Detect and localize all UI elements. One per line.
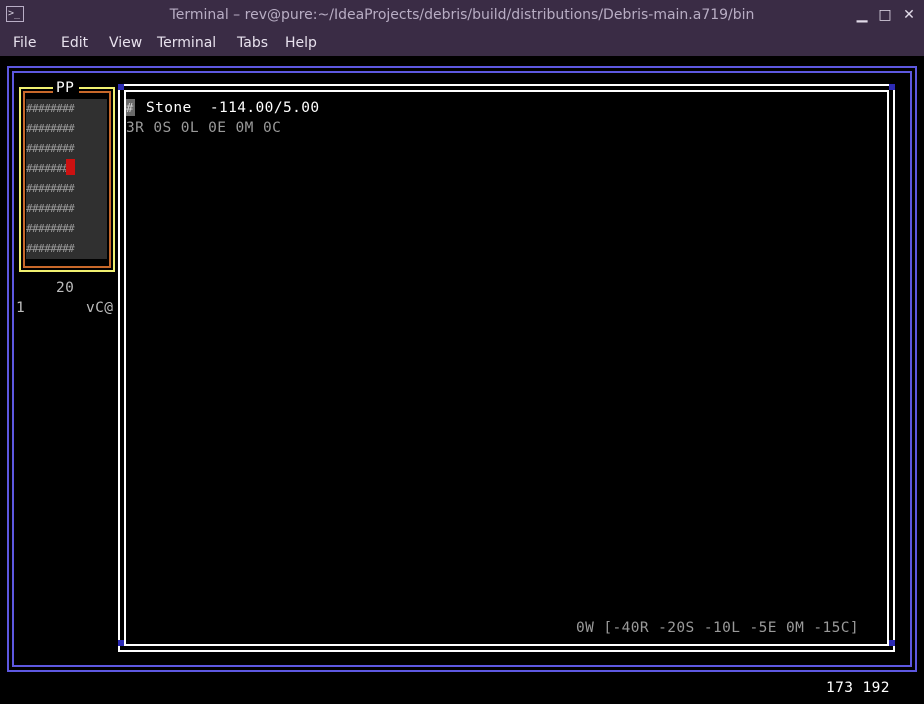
- map-title: PP: [56, 80, 75, 96]
- terminal-area[interactable]: PP ######## ######## ######## ######## #…: [0, 56, 924, 704]
- depth-value: 20: [56, 280, 75, 296]
- menu-view[interactable]: View: [109, 31, 142, 56]
- item-line[interactable]: Stone -114.00/5.00: [146, 98, 319, 118]
- maximize-button[interactable]: □: [876, 6, 894, 24]
- menu-terminal[interactable]: Terminal: [157, 31, 216, 56]
- close-button[interactable]: ✕: [900, 6, 918, 24]
- player-marker: [66, 159, 75, 175]
- title-bar: >_ Terminal – rev@pure:~/IdeaProjects/de…: [0, 0, 924, 31]
- minimize-button[interactable]: ▁: [853, 6, 871, 24]
- map-row: ########: [26, 242, 75, 255]
- map-row: ########: [26, 142, 75, 155]
- frame-corner: [889, 84, 895, 90]
- frame-corner: [118, 640, 124, 646]
- status-symbols: vC@: [86, 300, 114, 316]
- main-panel-frame-inner: [124, 90, 889, 646]
- frame-corner: [889, 640, 895, 646]
- window-title: Terminal – rev@pure:~/IdeaProjects/debri…: [169, 7, 755, 23]
- menu-tabs[interactable]: Tabs: [237, 31, 268, 56]
- resources-line: 3R 0S 0L 0E 0M 0C: [126, 120, 282, 136]
- menu-file[interactable]: File: [13, 31, 36, 56]
- map-row: ########: [26, 222, 75, 235]
- map-row: ########: [26, 122, 75, 135]
- menu-help[interactable]: Help: [285, 31, 317, 56]
- map-row: ########: [26, 102, 75, 115]
- menu-bar: File Edit View Terminal Tabs Help: [0, 31, 924, 56]
- cursor-glyph: #: [126, 101, 134, 115]
- coordinates: 173 192: [826, 680, 890, 696]
- status-bar: [0, 672, 924, 704]
- cost-line: 0W [-40R -20S -10L -5E 0M -15C]: [576, 620, 860, 636]
- map-row: ########: [26, 202, 75, 215]
- frame-corner: [118, 84, 124, 90]
- menu-edit[interactable]: Edit: [61, 31, 88, 56]
- map-row: ########: [26, 182, 75, 195]
- slot-number: 1: [16, 300, 26, 316]
